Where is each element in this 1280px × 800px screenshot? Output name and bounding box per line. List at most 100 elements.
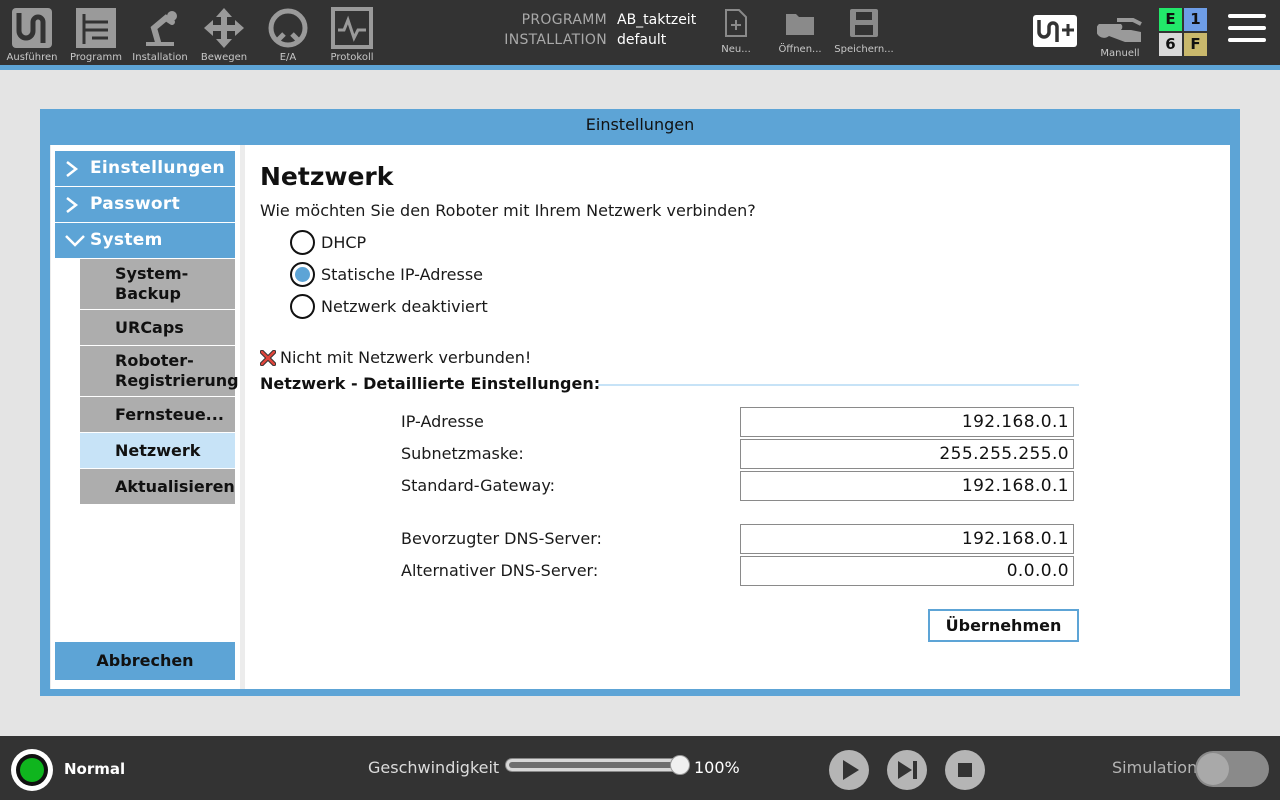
simulation-label: Simulation [1112, 758, 1198, 777]
nav-sub-label: Roboter- Registrierung [115, 351, 239, 390]
connection-question: Wie möchten Sie den Roboter mit Ihrem Ne… [260, 201, 756, 220]
preferred-dns-label: Bevorzugter DNS-Server: [401, 529, 602, 548]
alternate-dns-label: Alternativer DNS-Server: [401, 561, 599, 580]
stop-icon [958, 763, 972, 777]
robot-status-grid[interactable]: E 1 6 F [1159, 8, 1207, 56]
play-icon [843, 760, 859, 780]
log-icon [331, 7, 373, 49]
run-icon [12, 8, 52, 48]
network-status: Nicht mit Netzwerk verbunden! [260, 348, 531, 367]
top-toolbar: Ausführen Programm Installation Bewegen … [0, 0, 1280, 65]
radio-option-dhcp[interactable]: DHCP [290, 229, 366, 255]
nav-sub-label: Netzwerk [115, 440, 201, 460]
run-button[interactable]: Ausführen [0, 6, 64, 64]
preferred-dns-input[interactable]: 192.168.0.1 [740, 524, 1074, 554]
gateway-input[interactable]: 192.168.0.1 [740, 471, 1074, 501]
radio-label: Netzwerk deaktiviert [321, 296, 488, 316]
manual-mode-label: Manuell [1100, 48, 1140, 59]
nav-sub-netzwerk[interactable]: Netzwerk [80, 433, 235, 468]
installation-button[interactable]: Installation [128, 6, 192, 64]
move-label: Bewegen [200, 52, 248, 63]
radio-button[interactable] [290, 261, 315, 287]
installation-icon [146, 11, 177, 46]
nav-sub-label: Aktualisieren [115, 476, 235, 496]
nav-sub-system-backup[interactable]: System- Backup [80, 259, 235, 309]
ip-address-input[interactable]: 192.168.0.1 [740, 407, 1074, 437]
installation-title-label: INSTALLATION [504, 32, 607, 48]
toolbar-accent-line [0, 65, 1280, 70]
nav-item-label: Passwort [90, 194, 181, 214]
speed-slider-fill [509, 762, 684, 768]
program-icon [76, 8, 116, 48]
move-button[interactable]: Bewegen [192, 6, 256, 64]
open-file-label: Öffnen... [778, 44, 822, 55]
dialog-body: Einstellungen Passwort System System- Ba… [50, 145, 1230, 689]
stop-button[interactable] [945, 750, 985, 790]
ip-address-label: IP-Adresse [401, 412, 484, 431]
new-file-button[interactable]: Neu... [702, 8, 770, 55]
section-title: Netzwerk - Detaillierte Einstellungen: [260, 374, 601, 393]
status-e: E [1159, 8, 1182, 31]
save-file-button[interactable]: Speichern... [830, 8, 898, 55]
io-icon [268, 8, 308, 48]
network-status-text: Nicht mit Netzwerk verbunden! [280, 348, 532, 367]
alternate-dns-input[interactable]: 0.0.0.0 [740, 556, 1074, 586]
robot-status-indicator[interactable] [11, 749, 53, 791]
subnet-mask-input[interactable]: 255.255.255.0 [740, 439, 1074, 469]
radio-option-network-disabled[interactable]: Netzwerk deaktiviert [290, 293, 488, 319]
speed-slider-handle[interactable] [670, 755, 690, 775]
nav-sub-aktualisieren[interactable]: Aktualisieren [80, 469, 235, 504]
nav-item-label: Einstellungen [90, 158, 225, 178]
nav-sub-fernsteuerung[interactable]: Fernsteue... [80, 397, 235, 432]
step-button[interactable] [887, 750, 927, 790]
chevron-right-icon [66, 161, 79, 177]
program-label: Programm [70, 52, 122, 63]
robot-status-text: Normal [64, 760, 126, 778]
settings-dialog: Einstellungen Einstellungen Passwort Sys… [40, 109, 1240, 696]
step-icon [898, 761, 917, 779]
save-file-label: Speichern... [834, 44, 894, 55]
move-icon [204, 8, 244, 48]
speed-label: Geschwindigkeit [368, 758, 500, 777]
apply-button[interactable]: Übernehmen [928, 609, 1079, 642]
installation-label: Installation [132, 52, 188, 63]
hamburger-menu-icon[interactable] [1228, 14, 1268, 50]
log-button[interactable]: Protokoll [320, 6, 384, 64]
status-1: 1 [1184, 8, 1207, 31]
io-button[interactable]: E/A [256, 6, 320, 64]
nav-sub-label: Fernsteue... [115, 404, 224, 424]
urplus-button[interactable] [1032, 14, 1078, 48]
radio-label: DHCP [321, 232, 367, 252]
settings-nav: Einstellungen Passwort System System- Ba… [51, 145, 240, 689]
section-divider [598, 384, 1079, 386]
hand-icon [1097, 18, 1142, 42]
radio-button[interactable] [290, 229, 315, 255]
nav-sub-label: URCaps [115, 317, 184, 337]
open-file-button[interactable]: Öffnen... [766, 8, 834, 55]
nav-item-einstellungen[interactable]: Einstellungen [55, 151, 235, 186]
io-label: E/A [279, 52, 297, 63]
radio-button[interactable] [290, 293, 315, 319]
simulation-toggle[interactable] [1195, 751, 1269, 787]
open-folder-icon [786, 14, 814, 35]
log-label: Protokoll [330, 52, 374, 63]
nav-sub-label: System- Backup [115, 264, 189, 303]
speed-slider[interactable] [505, 758, 688, 772]
play-button[interactable] [829, 750, 869, 790]
radio-option-static-ip[interactable]: Statische IP-Adresse [290, 261, 483, 287]
program-name: AB_taktzeit [617, 12, 697, 28]
nav-item-passwort[interactable]: Passwort [55, 187, 235, 222]
page-title: Netzwerk [260, 162, 394, 191]
program-button[interactable]: Programm [64, 6, 128, 64]
chevron-down-icon [65, 235, 85, 247]
nav-sub-urcaps[interactable]: URCaps [80, 310, 235, 345]
manual-mode-button[interactable]: Manuell [1094, 10, 1146, 66]
error-x-icon [260, 349, 276, 366]
bottom-bar: Normal Geschwindigkeit 100% Simulation [0, 736, 1280, 800]
nav-item-label: System [90, 230, 163, 250]
new-file-icon [725, 9, 747, 37]
nav-item-system[interactable]: System [55, 223, 235, 258]
speed-value: 100% [694, 758, 740, 777]
nav-sub-roboter-registrierung[interactable]: Roboter- Registrierung [80, 346, 239, 396]
cancel-button[interactable]: Abbrechen [55, 642, 235, 680]
